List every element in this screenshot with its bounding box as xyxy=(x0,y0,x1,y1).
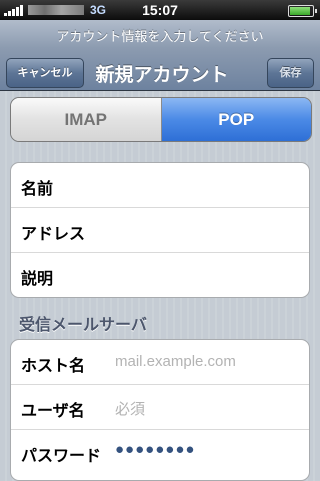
name-field[interactable]: 名前 xyxy=(11,163,309,208)
description-field[interactable]: 説明 xyxy=(11,253,309,297)
username-field[interactable]: ユーザ名 必須 xyxy=(11,385,309,430)
password-field[interactable]: パスワード ●●●●●●●● xyxy=(11,430,309,474)
incoming-server-group: ホスト名 mail.example.com ユーザ名 必須 パスワード ●●●●… xyxy=(10,339,310,481)
host-field[interactable]: ホスト名 mail.example.com xyxy=(11,340,309,385)
status-time: 15:07 xyxy=(142,2,178,18)
password-label: パスワード xyxy=(21,446,102,465)
host-label: ホスト名 xyxy=(21,356,86,375)
address-field[interactable]: アドレス xyxy=(11,208,309,253)
name-label: 名前 xyxy=(21,179,54,198)
username-placeholder: 必須 xyxy=(115,401,146,418)
navigation-bar: アカウント情報を入力してください キャンセル 新規アカウント 保存 xyxy=(0,20,320,91)
save-button[interactable]: 保存 xyxy=(267,58,314,88)
battery-icon xyxy=(288,5,317,17)
page-title: 新規アカウント xyxy=(95,64,229,86)
description-label: 説明 xyxy=(21,269,54,288)
account-type-segmented-control: IMAP POP xyxy=(10,97,312,142)
status-bar: 3G 15:07 xyxy=(0,0,320,20)
username-label: ユーザ名 xyxy=(21,401,85,420)
address-label: アドレス xyxy=(21,224,86,243)
cancel-button[interactable]: キャンセル xyxy=(6,58,84,88)
incoming-server-header: 受信メールサーバ xyxy=(19,315,147,334)
nav-prompt: アカウント情報を入力してください xyxy=(56,30,264,45)
account-info-group: 名前 アドレス 説明 xyxy=(10,162,310,298)
password-value: ●●●●●●●● xyxy=(115,441,196,458)
segment-pop[interactable]: POP xyxy=(161,98,311,141)
segment-imap[interactable]: IMAP xyxy=(11,98,162,141)
host-placeholder: mail.example.com xyxy=(115,353,236,370)
